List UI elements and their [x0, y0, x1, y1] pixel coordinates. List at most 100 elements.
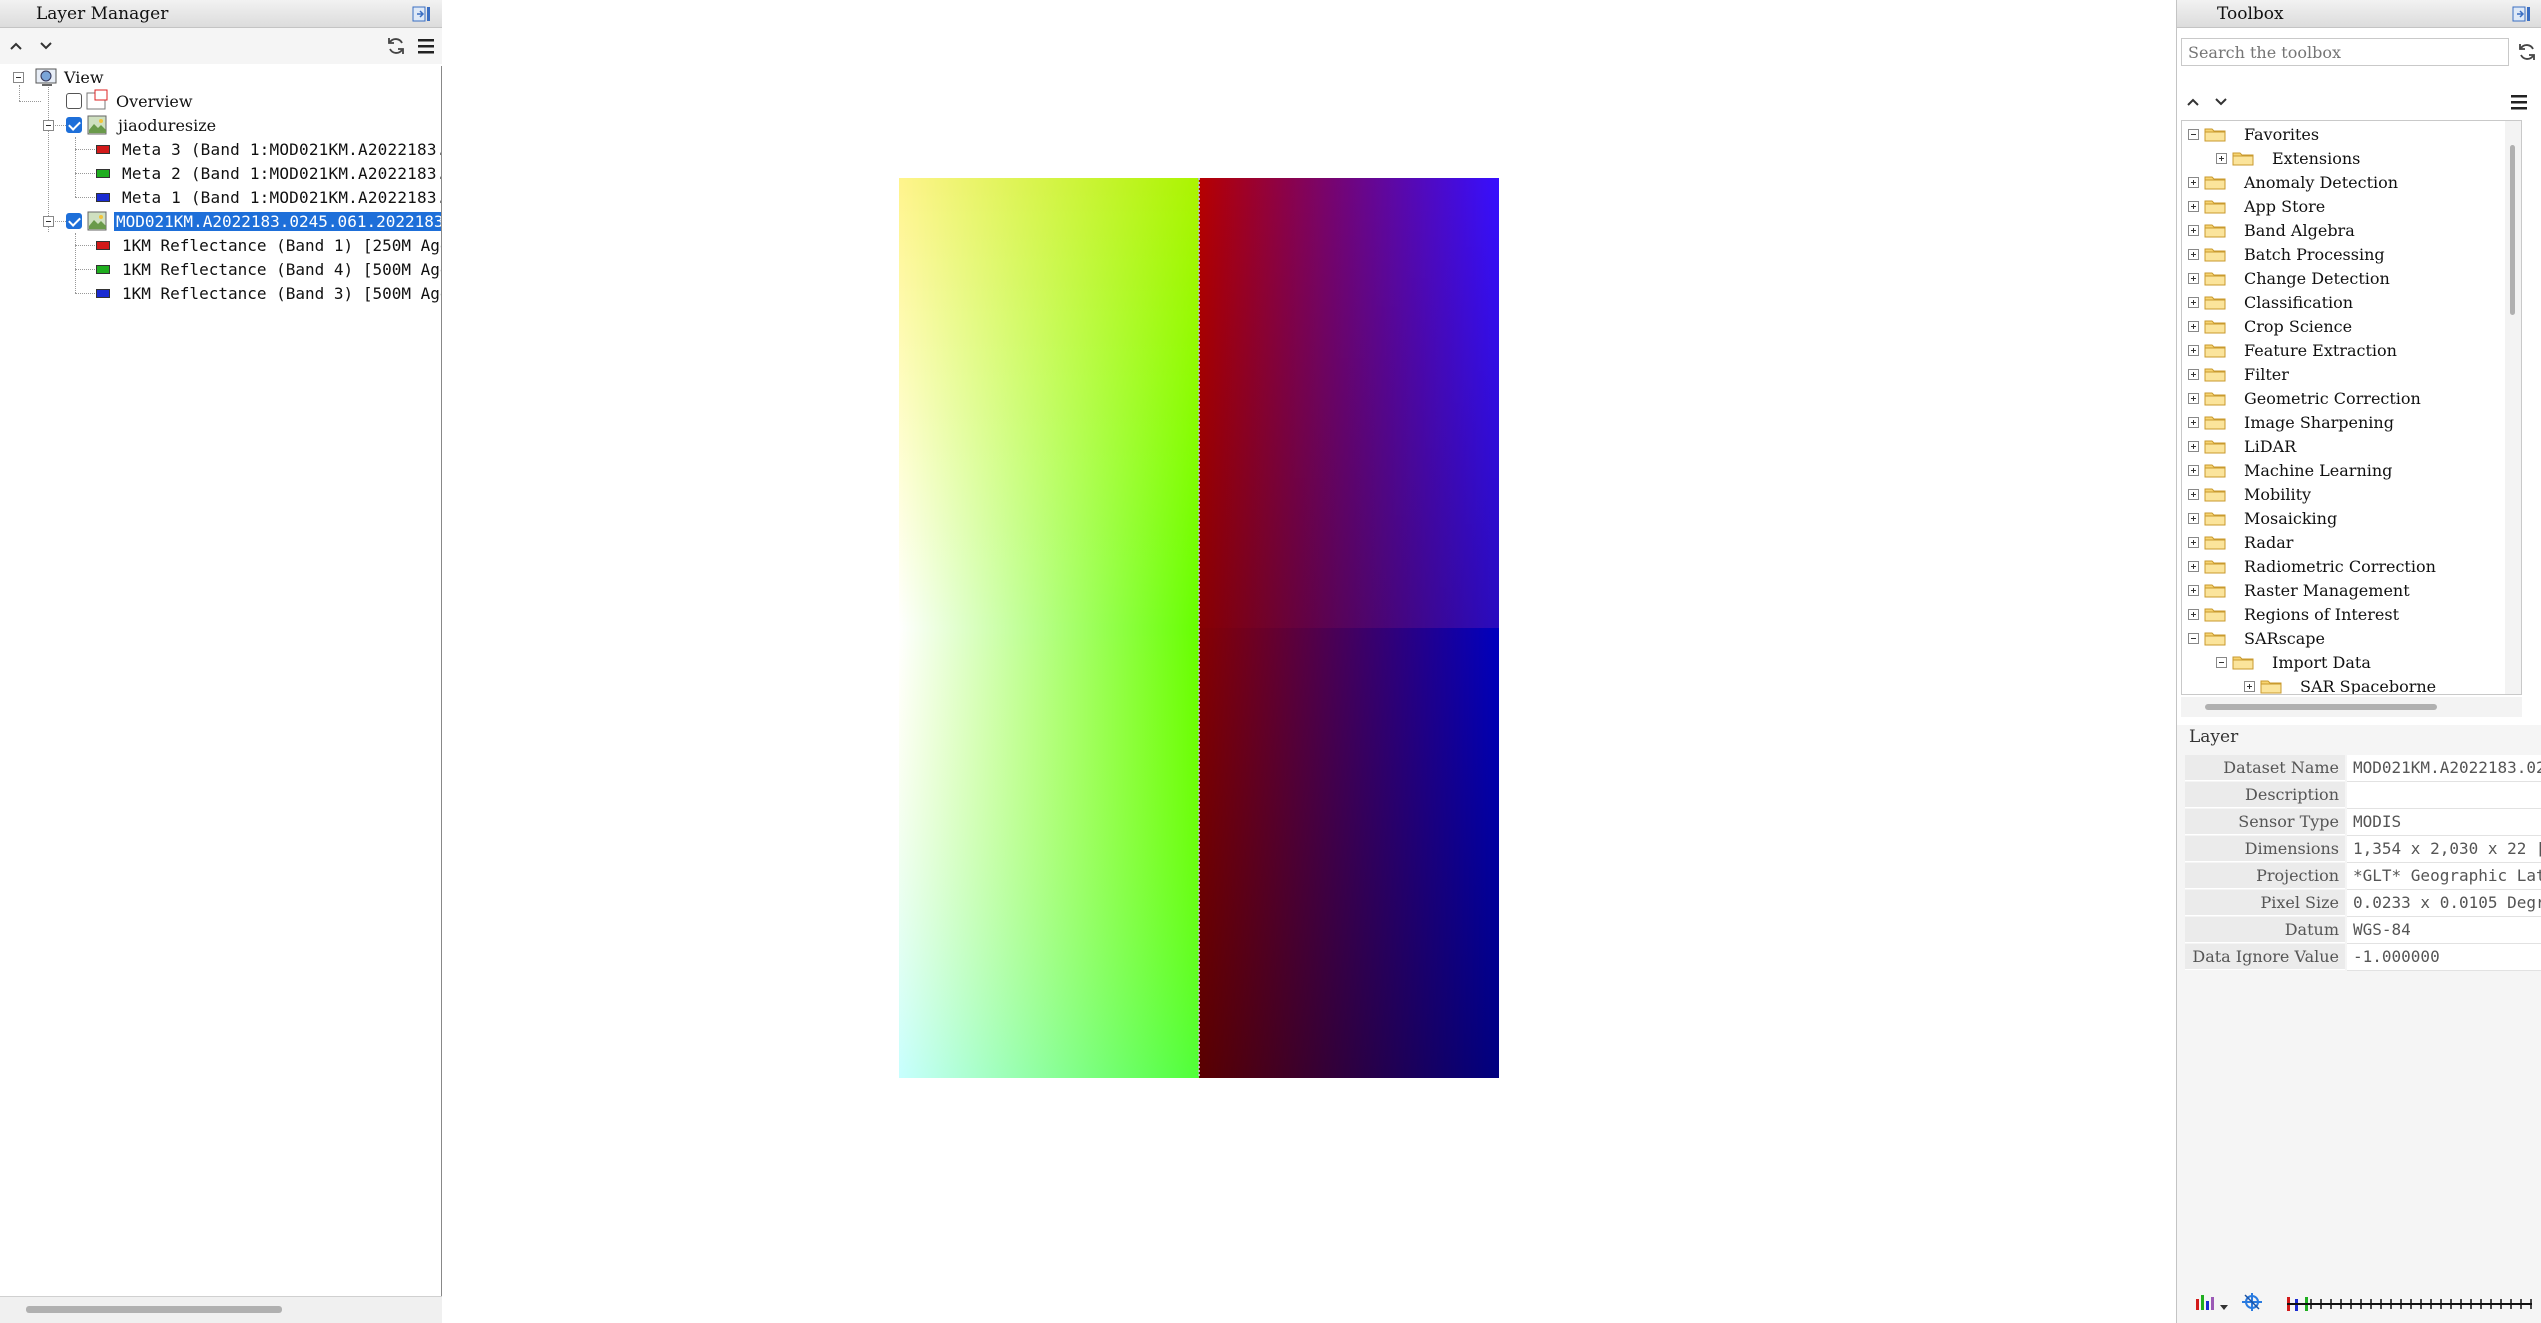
property-value[interactable] — [2347, 782, 2541, 809]
toolbox-item[interactable]: Change Detection — [2244, 267, 2390, 291]
scrollbar-thumb[interactable] — [26, 1306, 282, 1313]
property-value[interactable]: MOD021KM.A2022183.02 — [2347, 755, 2541, 782]
dock-pin-icon[interactable] — [2512, 4, 2536, 24]
toolbox-expand-toggle[interactable] — [2216, 657, 2227, 668]
toolbox-item[interactable]: Raster Management — [2244, 579, 2410, 603]
toolbox-item[interactable]: Mobility — [2244, 483, 2311, 507]
layer-tree-horizontal-scrollbar[interactable] — [0, 1296, 442, 1323]
toolbox-item[interactable]: Radar — [2244, 531, 2293, 555]
tree-band-reflectance-4[interactable]: 1KM Reflectance (Band 4) [500M Aggr — [122, 258, 441, 282]
tree-band-meta1[interactable]: Meta 1 (Band 1:MOD021KM.A2022183.02 — [122, 186, 441, 210]
toolbox-expand-toggle[interactable] — [2188, 321, 2199, 332]
toolbox-expand-toggle[interactable] — [2188, 369, 2199, 380]
group1-checkbox[interactable] — [66, 117, 82, 133]
toolbox-expand-toggle[interactable] — [2188, 417, 2199, 428]
property-value[interactable]: 1,354 x 2,030 x 22 [B — [2347, 836, 2541, 863]
tree-group-mod021km[interactable]: MOD021KM.A2022183.0245.061.202218313 — [114, 210, 441, 234]
toolbox-expand-toggle[interactable] — [2188, 633, 2199, 644]
toolbox-item[interactable]: Mosaicking — [2244, 507, 2337, 531]
tree-view-node[interactable]: View — [64, 66, 104, 90]
toolbox-item[interactable]: Import Data — [2272, 651, 2371, 675]
tree-band-reflectance-3[interactable]: 1KM Reflectance (Band 3) [500M Aggr — [122, 282, 441, 306]
scrollbar-thumb[interactable] — [2205, 704, 2437, 710]
toolbox-item[interactable]: App Store — [2244, 195, 2325, 219]
tree-band-meta2[interactable]: Meta 2 (Band 1:MOD021KM.A2022183.02 — [122, 162, 441, 186]
group2-checkbox[interactable] — [66, 213, 82, 229]
histogram-stretch-ruler[interactable] — [2287, 1297, 2532, 1311]
tree-band-reflectance-1[interactable]: 1KM Reflectance (Band 1) [250M Aggr — [122, 234, 441, 258]
toolbox-item[interactable]: SAR Spaceborne — [2300, 675, 2436, 694]
toolbox-item[interactable]: LiDAR — [2244, 435, 2296, 459]
toolbox-titlebar[interactable]: Toolbox — [2177, 0, 2541, 28]
image-view[interactable] — [448, 0, 2170, 1323]
view-collapse-toggle[interactable] — [13, 72, 24, 83]
toolbox-item[interactable]: Anomaly Detection — [2244, 171, 2398, 195]
property-value[interactable]: WGS-84 — [2347, 917, 2541, 944]
toolbox-expand-toggle[interactable] — [2188, 345, 2199, 356]
raster-display[interactable] — [899, 178, 1499, 1078]
overview-checkbox[interactable] — [66, 93, 82, 109]
toolbox-vertical-scrollbar[interactable] — [2505, 121, 2521, 694]
toolbox-item[interactable]: Regions of Interest — [2244, 603, 2399, 627]
property-value[interactable]: 0.0233 x 0.0105 Degre — [2347, 890, 2541, 917]
toolbox-menu-button[interactable] — [2507, 90, 2531, 114]
toolbox-item[interactable]: Band Algebra — [2244, 219, 2355, 243]
toolbox-expand-toggle[interactable] — [2244, 681, 2255, 692]
toolbox-item[interactable]: Filter — [2244, 363, 2289, 387]
toolbox-expand-toggle[interactable] — [2188, 513, 2199, 524]
toolbox-item[interactable]: Machine Learning — [2244, 459, 2392, 483]
layer-menu-button[interactable] — [414, 34, 438, 58]
dock-pin-icon[interactable] — [412, 4, 436, 24]
move-down-button[interactable] — [34, 34, 58, 58]
group2-collapse-toggle[interactable] — [43, 216, 54, 227]
toolbox-item[interactable]: Feature Extraction — [2244, 339, 2397, 363]
toolbox-item[interactable]: Crop Science — [2244, 315, 2352, 339]
tree-overview-node[interactable]: Overview — [116, 90, 193, 114]
toolbox-item[interactable]: Geometric Correction — [2244, 387, 2421, 411]
layer-manager-titlebar[interactable]: Layer Manager — [0, 0, 442, 28]
toolbox-expand-toggle[interactable] — [2188, 609, 2199, 620]
toolbox-expand-button[interactable] — [2209, 90, 2233, 114]
toolbox-expand-toggle[interactable] — [2188, 225, 2199, 236]
crosshair-tool-icon[interactable] — [2239, 1291, 2265, 1317]
toolbox-expand-toggle[interactable] — [2216, 153, 2227, 164]
toolbox-expand-toggle[interactable] — [2188, 441, 2199, 452]
toolbox-horizontal-scrollbar[interactable] — [2181, 697, 2522, 717]
toolbox-search[interactable] — [2181, 38, 2509, 66]
scrollbar-thumb[interactable] — [2510, 145, 2515, 315]
dropdown-arrow-icon[interactable] — [2219, 1297, 2229, 1316]
toolbox-expand-toggle[interactable] — [2188, 297, 2199, 308]
toolbox-item[interactable]: Batch Processing — [2244, 243, 2385, 267]
toolbox-expand-toggle[interactable] — [2188, 489, 2199, 500]
toolbox-item[interactable]: Classification — [2244, 291, 2353, 315]
band-chart-icon[interactable] — [2195, 1293, 2217, 1315]
toolbox-expand-toggle[interactable] — [2188, 129, 2199, 140]
toolbox-item[interactable]: Favorites — [2244, 123, 2319, 147]
property-value[interactable]: *GLT* Geographic Lat — [2347, 863, 2541, 890]
toolbox-expand-toggle[interactable] — [2188, 201, 2199, 212]
toolbox-item[interactable]: Image Sharpening — [2244, 411, 2394, 435]
tab-layer[interactable]: Layer — [2189, 725, 2238, 749]
toolbox-expand-toggle[interactable] — [2188, 561, 2199, 572]
toolbox-search-input[interactable] — [2182, 39, 2508, 65]
toolbox-item[interactable]: Radiometric Correction — [2244, 555, 2436, 579]
toolbox-expand-toggle[interactable] — [2188, 465, 2199, 476]
toolbox-expand-toggle[interactable] — [2188, 273, 2199, 284]
tree-group-jiaoduresize[interactable]: jiaoduresize — [118, 114, 216, 138]
toolbox-item[interactable]: Extensions — [2272, 147, 2360, 171]
toolbox-expand-toggle[interactable] — [2188, 585, 2199, 596]
refresh-button[interactable] — [384, 34, 408, 58]
property-value[interactable]: MODIS — [2347, 809, 2541, 836]
layer-tree: View Overview jiaoduresize Meta 3 (Band … — [0, 66, 442, 1297]
toolbox-expand-toggle[interactable] — [2188, 537, 2199, 548]
group1-collapse-toggle[interactable] — [43, 120, 54, 131]
toolbox-item[interactable]: SARscape — [2244, 627, 2325, 651]
tree-band-meta3[interactable]: Meta 3 (Band 1:MOD021KM.A2022183.02 — [122, 138, 441, 162]
toolbox-collapse-button[interactable] — [2181, 90, 2205, 114]
toolbox-expand-toggle[interactable] — [2188, 177, 2199, 188]
toolbox-expand-toggle[interactable] — [2188, 393, 2199, 404]
toolbox-expand-toggle[interactable] — [2188, 249, 2199, 260]
property-value[interactable]: -1.000000 — [2347, 944, 2541, 971]
toolbox-refresh-button[interactable] — [2515, 40, 2539, 64]
move-up-button[interactable] — [4, 34, 28, 58]
